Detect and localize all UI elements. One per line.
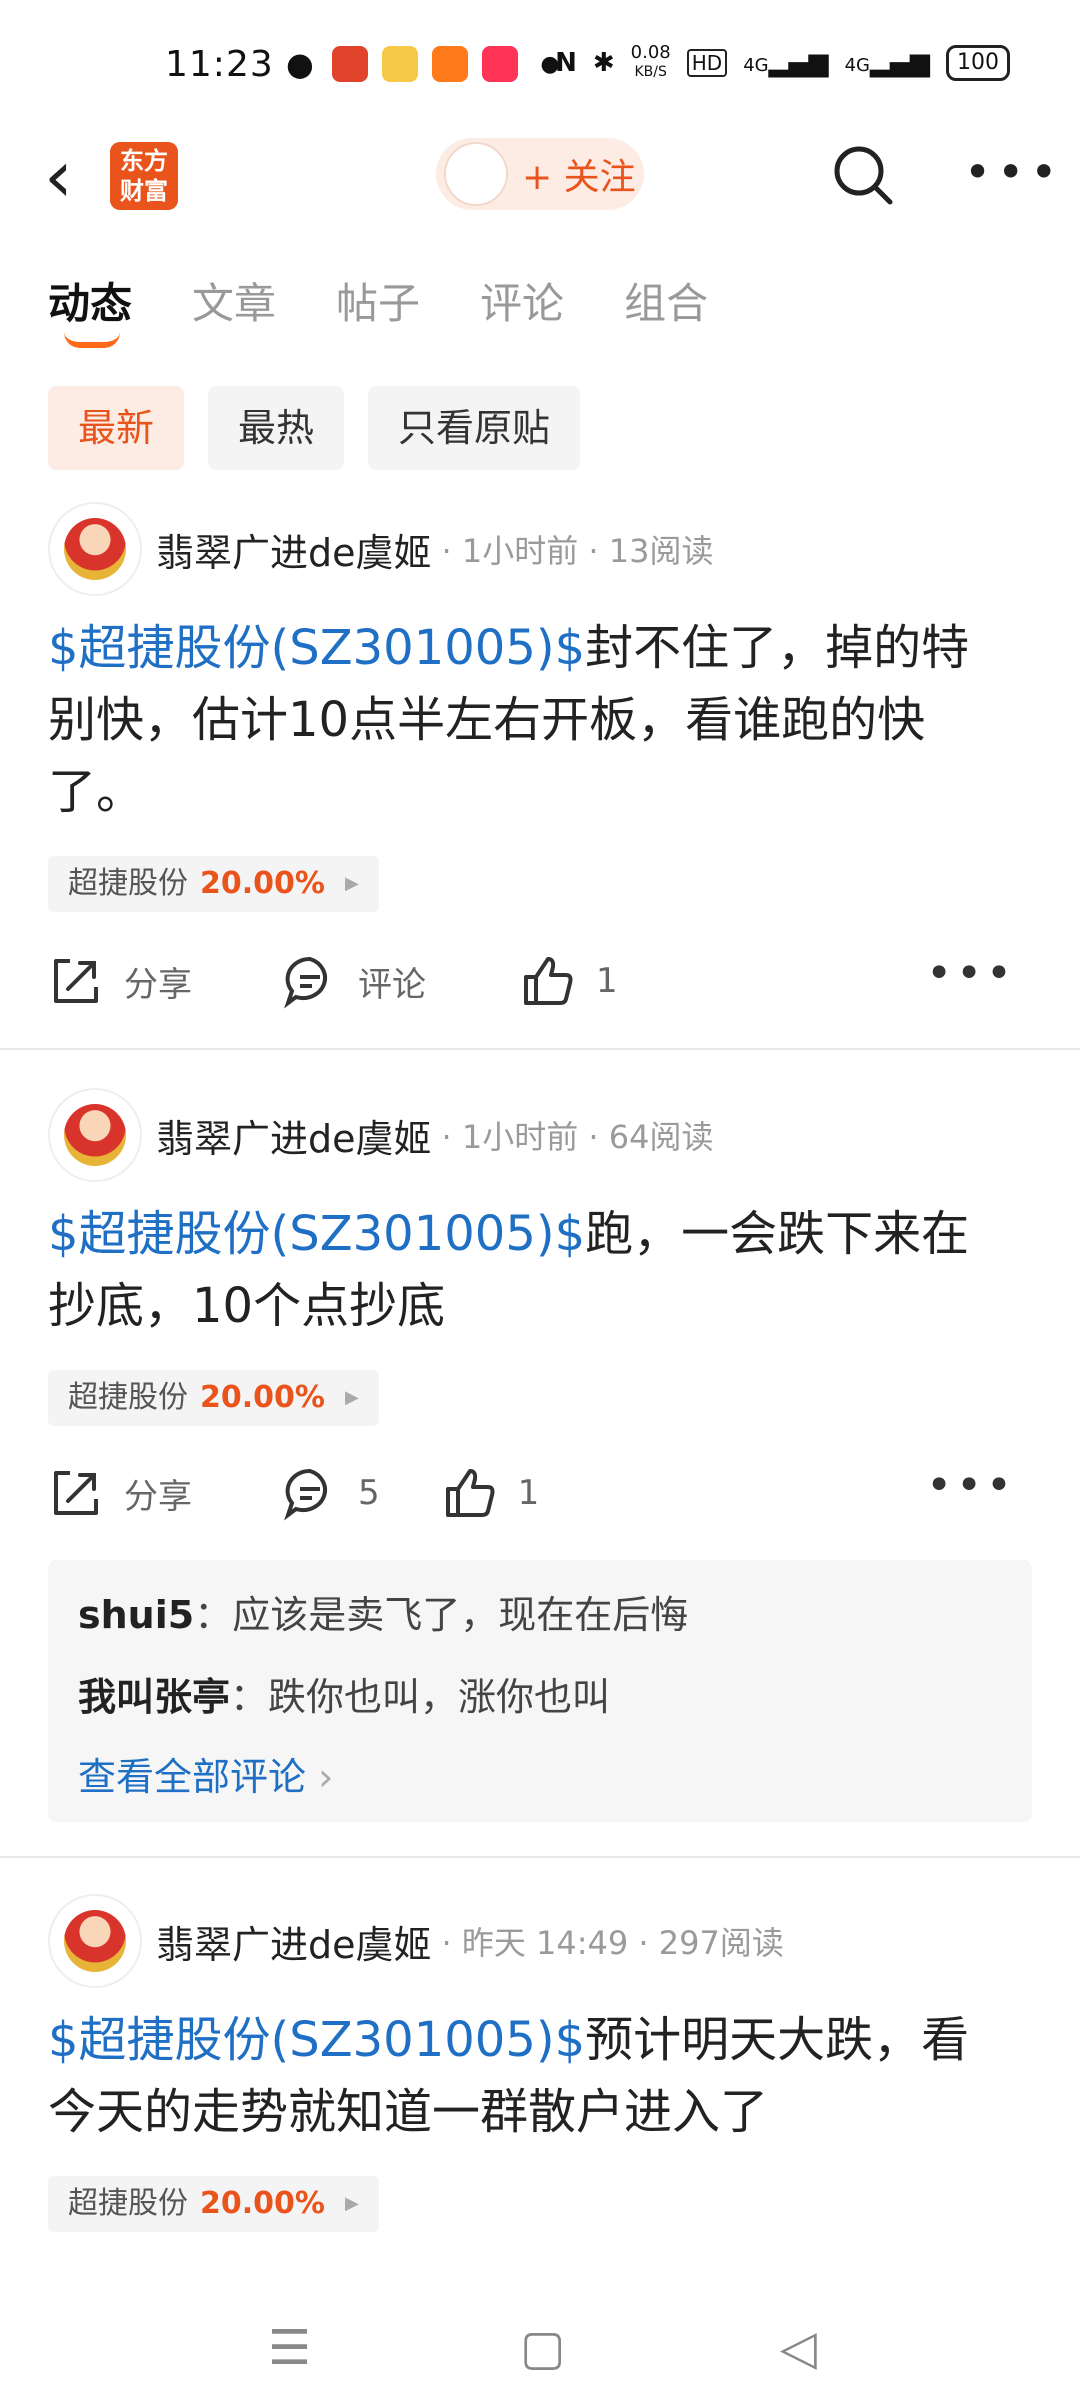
- share-button[interactable]: 分享: [48, 1465, 192, 1521]
- stock-name: 超捷股份: [68, 866, 188, 901]
- comment-icon: [284, 956, 328, 1009]
- more-options-icon[interactable]: •••: [926, 952, 1016, 996]
- post-content[interactable]: $超捷股份(SZ301005)$封不住了，掉的特别快，估计10点半左右开板，看谁…: [48, 612, 1008, 828]
- stock-chip[interactable]: 超捷股份 20.00% ▶: [48, 2176, 379, 2232]
- avatar[interactable]: [48, 1894, 142, 1988]
- follow-button[interactable]: + 关注: [436, 138, 644, 210]
- bluetooth-icon: ✱: [592, 47, 615, 78]
- post-meta: · 昨天 14:49 · 297阅读: [441, 1924, 784, 1962]
- net-speed: 0.08 KB/S: [630, 42, 671, 81]
- nfc-icon: N: [555, 47, 577, 78]
- stock-change: 20.00%: [200, 1380, 325, 1415]
- chevron-right-icon: ›: [318, 1755, 334, 1799]
- post-card[interactable]: 翡翠广进de虞姬 · 1小时前 · 13阅读 $超捷股份(SZ301005)$封…: [0, 502, 1080, 1050]
- tab-dynamic[interactable]: 动态: [48, 270, 132, 348]
- share-icon: [54, 959, 98, 1003]
- weibo-icon: [382, 46, 418, 82]
- stock-name: 超捷股份: [68, 1380, 188, 1415]
- back-nav-icon[interactable]: ◁: [780, 2320, 817, 2376]
- author-name[interactable]: 翡翠广进de虞姬: [156, 522, 432, 577]
- battery-icon: 100: [946, 44, 1010, 81]
- divider: [0, 1048, 1080, 1050]
- post-author[interactable]: 翡翠广进de虞姬 · 昨天 14:49 · 297阅读: [48, 1894, 784, 1988]
- comment-user[interactable]: shui5: [78, 1593, 194, 1637]
- filter-latest[interactable]: 最新: [48, 386, 185, 470]
- tab-comments[interactable]: 评论: [480, 270, 564, 331]
- stock-tag-link[interactable]: $超捷股份(SZ301005)$: [48, 1206, 585, 1262]
- play-arrow-icon: ▶: [344, 2193, 359, 2214]
- status-time: 11:23: [165, 44, 274, 85]
- stock-change: 20.00%: [200, 2186, 325, 2221]
- notification-icons: ● ●: [282, 45, 568, 83]
- author-name[interactable]: 翡翠广进de虞姬: [156, 1914, 432, 1969]
- tab-bar: 动态 文章 帖子 评论 组合: [48, 270, 708, 348]
- avatar[interactable]: [48, 1088, 142, 1182]
- comment-text: 应该是卖飞了，现在在后悔: [232, 1593, 689, 1637]
- post-meta: · 1小时前 · 64阅读: [441, 1118, 714, 1156]
- like-button[interactable]: 1: [520, 953, 618, 1009]
- stock-change: 20.00%: [200, 866, 325, 901]
- app-notification-icon: [332, 46, 368, 82]
- menu-icon[interactable]: ☰: [268, 2320, 311, 2376]
- comment-button[interactable]: 5: [282, 1465, 380, 1521]
- post-content[interactable]: $超捷股份(SZ301005)$预计明天大跌，看今天的走势就知道一群散户进入了: [48, 2004, 1008, 2148]
- comment-item: shui5：应该是卖飞了，现在在后悔: [78, 1593, 689, 1637]
- share-icon: [54, 1471, 98, 1515]
- post-author[interactable]: 翡翠广进de虞姬 · 1小时前 · 64阅读: [48, 1088, 713, 1182]
- post-author[interactable]: 翡翠广进de虞姬 · 1小时前 · 13阅读: [48, 502, 713, 596]
- share-button[interactable]: 分享: [48, 953, 192, 1009]
- filter-bar: 最新 最热 只看原贴: [48, 386, 581, 470]
- system-nav-bar: ☰ ▢ ◁: [0, 2300, 1080, 2400]
- more-icon[interactable]: •••: [964, 149, 1063, 195]
- status-bar: 11:23 ● ● N ✱ 0.08 KB/S HD 4G▂▄▆ 4G▂▄▆ 10…: [0, 0, 1080, 130]
- comment-item: 我叫张亭：跌你也叫，涨你也叫: [78, 1675, 611, 1719]
- thumbs-up-icon: [524, 957, 573, 1005]
- divider: [0, 1856, 1080, 1858]
- comment-user[interactable]: 我叫张亭: [78, 1675, 230, 1719]
- post-actions: 分享 评论 1 •••: [48, 946, 1028, 1016]
- hd-icon: HD: [686, 48, 728, 77]
- top-nav: ‹ 东方 财富 + 关注 •••: [0, 130, 1080, 260]
- avatar: [444, 142, 508, 206]
- search-icon[interactable]: [830, 142, 896, 208]
- stock-chip[interactable]: 超捷股份 20.00% ▶: [48, 1370, 379, 1426]
- filter-hot[interactable]: 最热: [208, 386, 345, 470]
- see-all-comments-link[interactable]: 查看全部评论 ›: [78, 1746, 333, 1801]
- play-arrow-icon: ▶: [344, 1387, 359, 1408]
- stock-chip[interactable]: 超捷股份 20.00% ▶: [48, 856, 379, 912]
- back-icon[interactable]: ‹: [44, 140, 73, 212]
- author-name[interactable]: 翡翠广进de虞姬: [156, 1108, 432, 1163]
- comment-text: 跌你也叫，涨你也叫: [268, 1675, 611, 1719]
- tab-portfolio[interactable]: 组合: [624, 270, 708, 331]
- home-icon[interactable]: ▢: [520, 2320, 565, 2376]
- comment-button[interactable]: 评论: [282, 953, 426, 1009]
- signal-icon: 4G▂▄▆: [844, 47, 930, 78]
- post-card[interactable]: 翡翠广进de虞姬 · 昨天 14:49 · 297阅读 $超捷股份(SZ3010…: [0, 1894, 1080, 2234]
- wechat-icon: ●: [282, 45, 318, 83]
- tab-posts[interactable]: 帖子: [336, 270, 420, 331]
- app-logo: 东方 财富: [110, 142, 178, 210]
- thumbs-up-icon: [445, 1469, 495, 1517]
- post-content[interactable]: $超捷股份(SZ301005)$跑，一会跌下来在抄底，10个点抄底: [48, 1198, 1008, 1342]
- app-notification-icon: [432, 46, 468, 82]
- stock-tag-link[interactable]: $超捷股份(SZ301005)$: [48, 620, 585, 676]
- status-right: N ✱ 0.08 KB/S HD 4G▂▄▆ 4G▂▄▆ 100: [555, 44, 1010, 81]
- comment-icon: [284, 1468, 328, 1521]
- stock-tag-link[interactable]: $超捷股份(SZ301005)$: [48, 2012, 585, 2068]
- post-meta: · 1小时前 · 13阅读: [441, 532, 714, 570]
- like-button[interactable]: 1: [442, 1465, 539, 1521]
- filter-original-only[interactable]: 只看原贴: [368, 386, 581, 470]
- signal-icon: 4G▂▄▆: [743, 47, 829, 78]
- comment-preview[interactable]: shui5：应该是卖飞了，现在在后悔 我叫张亭：跌你也叫，涨你也叫 查看全部评论…: [48, 1560, 1032, 1822]
- tab-articles[interactable]: 文章: [192, 270, 276, 331]
- more-options-icon[interactable]: •••: [926, 1464, 1016, 1508]
- avatar[interactable]: [48, 502, 142, 596]
- post-actions: 分享 5 1 •••: [48, 1458, 1028, 1528]
- follow-label: + 关注: [522, 157, 636, 198]
- post-card[interactable]: 翡翠广进de虞姬 · 1小时前 · 64阅读 $超捷股份(SZ301005)$跑…: [0, 1088, 1080, 1858]
- play-arrow-icon: ▶: [344, 873, 359, 894]
- app-notification-icon: [482, 46, 518, 82]
- stock-name: 超捷股份: [68, 2186, 188, 2221]
